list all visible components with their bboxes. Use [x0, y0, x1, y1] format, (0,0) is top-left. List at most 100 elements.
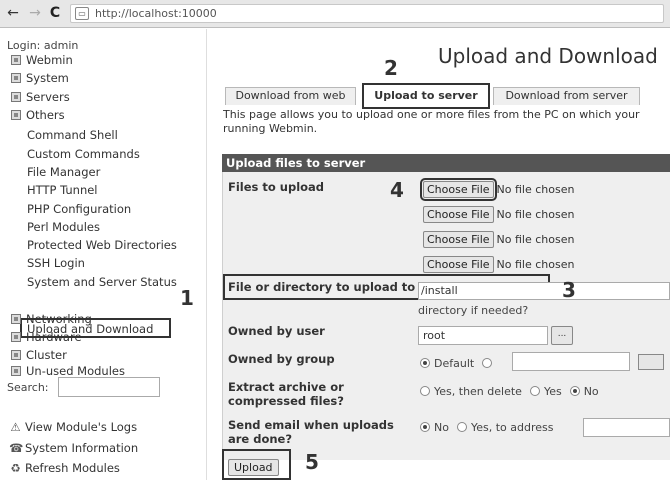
sidebar-item-ssh-login[interactable]: SSH Login	[27, 255, 85, 271]
back-arrow-icon[interactable]: ←	[5, 5, 21, 21]
folder-icon	[11, 55, 21, 65]
folder-icon	[11, 314, 21, 324]
group-options: Default	[420, 356, 496, 372]
sidebar-item-file-manager[interactable]: File Manager	[27, 164, 100, 180]
file-input-row: Choose File No file chosen	[423, 256, 574, 275]
group-custom-radio[interactable]	[482, 358, 493, 368]
sidebar-item-http-tunnel[interactable]: HTTP Tunnel	[27, 182, 98, 198]
file-status: No file chosen	[496, 183, 575, 196]
file-input-row: Choose File No file chosen	[420, 178, 575, 201]
step-number-5: 5	[305, 450, 319, 474]
sidebar-item-protected-web-directories[interactable]: Protected Web Directories	[27, 237, 177, 253]
address-bar[interactable]: ▭ http://localhost:10000	[70, 4, 664, 23]
choose-file-button[interactable]: Choose File	[423, 256, 494, 273]
send-email-label: Send email when uploads are done?	[228, 418, 394, 446]
search-input[interactable]	[58, 377, 160, 397]
extract-archive-label: Extract archive or compressed files?	[228, 380, 344, 408]
category-label: Hardware	[26, 330, 82, 344]
sidebar-category-webmin[interactable]: Webmin	[11, 52, 73, 68]
category-label: Cluster	[26, 348, 67, 362]
file-status: No file chosen	[496, 233, 575, 246]
sidebar-category-networking[interactable]: Networking	[11, 311, 92, 327]
choose-file-button[interactable]: Choose File	[423, 231, 494, 248]
radio-label: Default	[434, 357, 475, 370]
radio-label: Yes	[543, 385, 562, 398]
destination-hint: directory if needed?	[418, 304, 529, 317]
link-label: View Module's Logs	[25, 420, 138, 434]
warning-icon: ⚠	[10, 420, 21, 434]
radio-label: Yes, to address	[470, 421, 554, 434]
extract-no-radio[interactable]	[569, 386, 580, 396]
radio-label: Yes, then delete	[434, 385, 522, 398]
category-label: System	[26, 71, 69, 85]
folder-icon	[11, 350, 21, 360]
folder-icon	[11, 92, 21, 102]
tab-upload-to-server[interactable]: Upload to server	[362, 83, 490, 109]
destination-label: File or directory to upload to	[228, 280, 416, 294]
group-name-input[interactable]	[512, 352, 630, 371]
sidebar-category-servers[interactable]: Servers	[11, 89, 70, 105]
sidebar-item-perl-modules[interactable]: Perl Modules	[27, 219, 100, 235]
sidebar-item-php-configuration[interactable]: PHP Configuration	[27, 201, 131, 217]
choose-file-button[interactable]: Choose File	[423, 206, 494, 223]
radio-label: No	[434, 421, 449, 434]
browser-toolbar: ← → C ▭ http://localhost:10000	[0, 0, 670, 28]
step-number-4: 4	[390, 178, 404, 202]
extract-yes-radio[interactable]	[529, 386, 540, 396]
owner-user-input[interactable]: root	[418, 326, 548, 345]
page-title: Upload and Download	[438, 44, 658, 68]
refresh-icon: ♻	[10, 461, 21, 475]
reload-icon[interactable]: C	[47, 5, 63, 21]
folder-icon	[11, 332, 21, 342]
folder-icon	[11, 73, 21, 83]
login-label: Login: admin	[7, 39, 79, 52]
email-yes-radio[interactable]	[456, 422, 467, 432]
file-status: No file chosen	[496, 208, 575, 221]
choose-file-button[interactable]: Choose File	[420, 178, 497, 201]
email-options: No Yes, to address	[420, 420, 561, 436]
page-icon: ▭	[75, 7, 89, 20]
destination-input[interactable]: /install	[418, 282, 670, 300]
step-number-1: 1	[180, 286, 194, 310]
intro-line: running Webmin.	[223, 122, 318, 135]
sidebar-item-system-server-status[interactable]: System and Server Status	[27, 274, 177, 290]
browse-user-button[interactable]: ...	[551, 326, 573, 345]
sidebar-category-hardware[interactable]: Hardware	[11, 329, 82, 345]
intro-text: This page allows you to upload one or mo…	[223, 108, 670, 136]
email-address-input[interactable]	[583, 418, 670, 437]
category-label: Webmin	[26, 53, 73, 67]
file-input-row: Choose File No file chosen	[423, 231, 574, 250]
category-label: Others	[26, 108, 65, 122]
file-input-row: Choose File No file chosen	[423, 206, 574, 225]
browse-group-button[interactable]	[638, 354, 664, 370]
email-no-radio[interactable]	[420, 422, 430, 432]
tab-download-from-web[interactable]: Download from web	[225, 87, 356, 105]
category-label: Networking	[26, 312, 92, 326]
owned-by-user-label: Owned by user	[228, 324, 325, 338]
folder-icon	[11, 110, 21, 120]
group-default-radio[interactable]	[420, 358, 430, 368]
step-number-2: 2	[384, 56, 398, 80]
upload-button[interactable]: Upload	[228, 459, 279, 476]
sidebar-category-system[interactable]: System	[11, 70, 69, 86]
forward-arrow-icon[interactable]: →	[27, 5, 43, 21]
info-icon: ☎	[9, 441, 24, 455]
sidebar-item-custom-commands[interactable]: Custom Commands	[27, 146, 140, 162]
owned-by-group-label: Owned by group	[228, 352, 335, 366]
extract-yes-delete-radio[interactable]	[420, 386, 430, 396]
sidebar-category-others[interactable]: Others	[11, 107, 65, 123]
tab-download-from-server[interactable]: Download from server	[493, 87, 640, 105]
category-label: Servers	[26, 90, 70, 104]
system-information-link[interactable]: ☎ System Information	[9, 439, 138, 457]
sidebar-item-command-shell[interactable]: Command Shell	[27, 127, 118, 143]
url-text: http://localhost:10000	[95, 7, 217, 20]
intro-line: This page allows you to upload one or mo…	[223, 108, 640, 121]
link-label: System Information	[25, 441, 139, 455]
category-label: Un-used Modules	[26, 364, 125, 378]
view-module-logs-link[interactable]: ⚠ View Module's Logs	[9, 418, 137, 436]
extract-options: Yes, then delete Yes No	[420, 384, 607, 400]
sidebar-category-cluster[interactable]: Cluster	[11, 347, 67, 363]
refresh-modules-link[interactable]: ♻ Refresh Modules	[9, 459, 120, 477]
files-to-upload-label: Files to upload	[228, 180, 325, 194]
link-label: Refresh Modules	[25, 461, 120, 475]
